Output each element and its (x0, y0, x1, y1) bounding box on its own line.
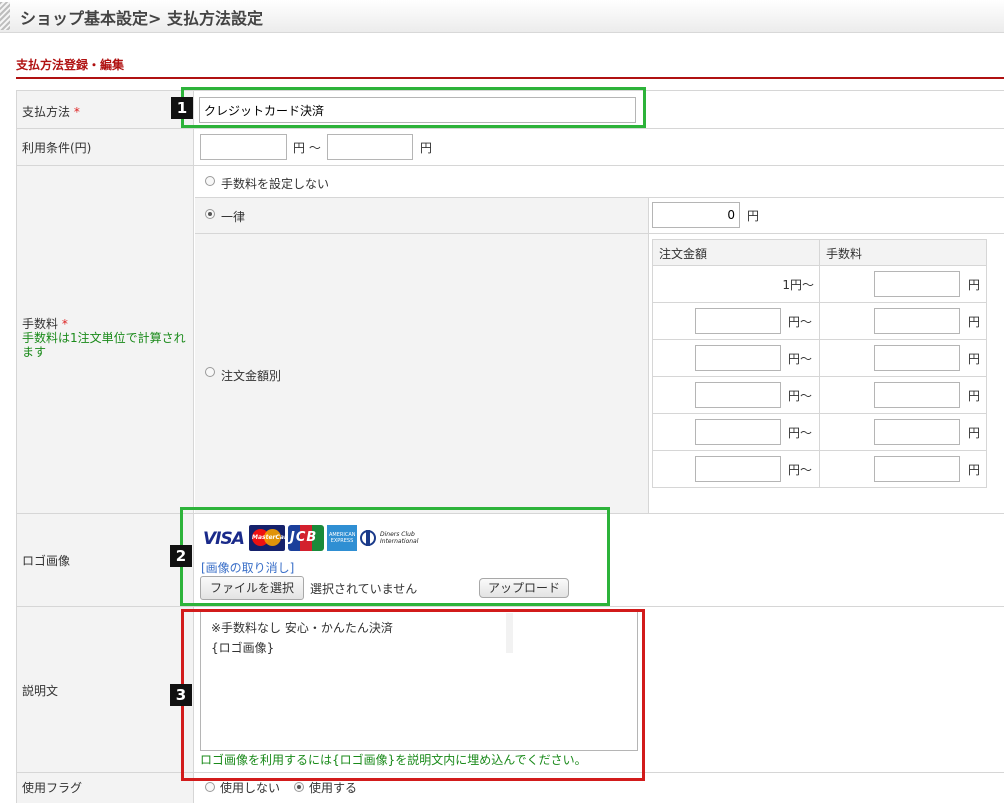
fee-amount-input[interactable] (695, 382, 781, 408)
fee-value-unit: 円 (968, 278, 981, 292)
usage-flag-label: 使用フラグ (22, 781, 83, 795)
fee-note: 手数料は1注文単位で計算されます (22, 331, 186, 359)
label-cell: 支払方法 * (16, 91, 194, 129)
fee-table-first-amount: 1円～ (782, 278, 814, 292)
fee-value-unit: 円 (968, 352, 981, 366)
fee-flat-input[interactable] (652, 202, 740, 228)
fee-table-header-amount-text: 注文金額 (659, 247, 708, 261)
fee-by-amount-radio[interactable] (205, 367, 215, 377)
page-header: ショップ基本設定> 支払方法設定 (0, 0, 1004, 33)
fee-value-unit: 円 (968, 389, 981, 403)
fee-amount-suffix: 円～ (788, 389, 813, 403)
fee-by-amount-label: 注文金額別 (221, 369, 282, 383)
fee-amount-input[interactable] (695, 308, 781, 334)
usage-on-radio[interactable] (294, 782, 304, 792)
required-mark: * (61, 317, 68, 331)
fee-sub-divider (648, 233, 1004, 234)
callout-box-1 (181, 87, 646, 128)
fee-label: 手数料 (22, 317, 59, 331)
conditions-label: 利用条件(円) (22, 141, 92, 155)
fee-amount-suffix: 円～ (788, 426, 813, 440)
fee-value-unit: 円 (968, 315, 981, 329)
usage-off-radio[interactable] (205, 782, 215, 792)
fee-flat-label: 一律 (221, 210, 246, 224)
payment-method-label: 支払方法 (22, 105, 71, 119)
section-divider (16, 77, 1004, 79)
fee-value-input[interactable] (874, 271, 960, 297)
condition-min-input[interactable] (200, 134, 287, 160)
fee-value-input[interactable] (874, 345, 960, 371)
label-cell: ロゴ画像 (16, 514, 194, 607)
header-stripe-icon (0, 2, 10, 30)
callout-box-3 (181, 609, 645, 781)
callout-box-2 (180, 507, 610, 606)
label-cell: 利用条件(円) (16, 129, 194, 166)
label-cell: 使用フラグ (16, 773, 194, 803)
fee-flat-unit: 円 (747, 209, 760, 223)
fee-amount-input[interactable] (695, 456, 781, 482)
fee-none-label: 手数料を設定しない (221, 177, 330, 191)
fee-amount-input[interactable] (695, 345, 781, 371)
fee-amount-suffix: 円～ (788, 352, 813, 366)
row-conditions: 利用条件(円) (16, 128, 1004, 166)
fee-amount-suffix: 円～ (788, 463, 813, 477)
fee-amount-suffix: 円～ (788, 315, 813, 329)
callout-badge-1: 1 (171, 97, 193, 119)
label-cell: 説明文 (16, 607, 194, 773)
condition-unit-from: 円 ～ (293, 141, 321, 155)
fee-value-input[interactable] (874, 419, 960, 445)
fee-value-input[interactable] (874, 308, 960, 334)
condition-unit-to: 円 (420, 141, 433, 155)
fee-table-header-amount: 注文金額 (652, 239, 820, 266)
usage-on-label: 使用する (309, 781, 358, 795)
page-title: ショップ基本設定> 支払方法設定 (20, 9, 263, 28)
fee-flat-radio[interactable] (205, 209, 215, 219)
description-label: 説明文 (22, 684, 59, 698)
fee-value-unit: 円 (968, 426, 981, 440)
required-mark: * (73, 105, 80, 119)
logo-label: ロゴ画像 (22, 554, 71, 568)
fee-table-header-fee-text: 手数料 (826, 247, 863, 261)
callout-badge-2: 2 (170, 545, 192, 567)
usage-off-label: 使用しない (220, 781, 281, 795)
condition-max-input[interactable] (327, 134, 413, 160)
fee-none-radio[interactable] (205, 176, 215, 186)
fee-value-input[interactable] (874, 456, 960, 482)
fee-amount-input[interactable] (695, 419, 781, 445)
section-title: 支払方法登録・編集 (16, 58, 125, 72)
fee-table-header-fee: 手数料 (819, 239, 987, 266)
callout-badge-3: 3 (170, 684, 192, 706)
label-cell: 手数料 * 手数料は1注文単位で計算されます (16, 166, 194, 514)
fee-value-input[interactable] (874, 382, 960, 408)
fee-option-flat-area (195, 197, 648, 234)
fee-value-unit: 円 (968, 463, 981, 477)
